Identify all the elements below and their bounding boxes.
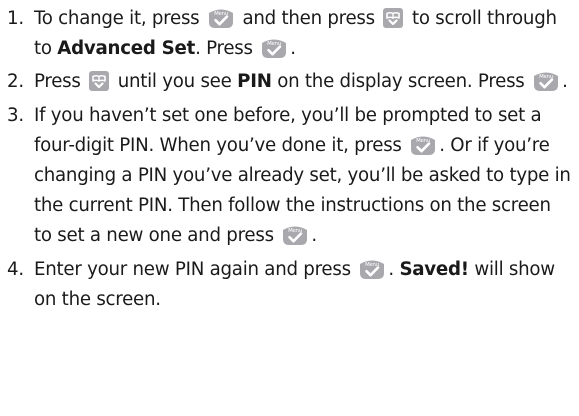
steps-list: 1. To change it, press Menu and then pres… xyxy=(7,4,573,315)
step-text: . Press xyxy=(195,38,259,60)
step-item: 2. Press until you see PIN on the display… xyxy=(7,67,573,97)
step-text: To change it, press xyxy=(34,8,205,29)
menu-key-icon: Menu xyxy=(532,70,560,92)
step-text: . xyxy=(562,71,568,93)
step-number: 1. xyxy=(7,8,24,29)
step-bold-text: Advanced Set xyxy=(57,38,196,60)
step-number: 2. xyxy=(7,71,24,93)
step-bold-text: PIN xyxy=(237,71,272,93)
step-item: 4. Enter your new PIN again and press Men… xyxy=(7,255,573,315)
step-text: Enter your new PIN again and press xyxy=(34,258,357,280)
scroll-key-icon xyxy=(88,70,110,92)
step-text: until you see xyxy=(112,71,238,93)
menu-key-icon: Menu xyxy=(409,134,437,156)
step-bold-text: Saved! xyxy=(399,258,469,280)
menu-key-icon: Menu xyxy=(207,7,235,29)
step-text: . xyxy=(311,225,317,247)
instruction-page: 1. To change it, press Menu and then pres… xyxy=(0,0,579,416)
menu-key-icon: Menu xyxy=(281,224,309,246)
step-number: 3. xyxy=(7,104,24,126)
step-number: 4. xyxy=(7,258,24,280)
step-item: 3. If you haven’t set one before, you’ll … xyxy=(7,101,573,252)
scroll-key-icon xyxy=(382,7,404,29)
step-text: on the display screen. Press xyxy=(271,71,531,93)
menu-key-icon: Menu xyxy=(260,37,288,59)
menu-key-icon: Menu xyxy=(358,258,386,280)
step-text: . xyxy=(388,258,400,280)
step-text: and then press xyxy=(236,8,381,29)
step-text: Press xyxy=(34,71,87,93)
step-text: . xyxy=(290,38,296,60)
step-item: 1. To change it, press Menu and then pres… xyxy=(7,4,573,64)
